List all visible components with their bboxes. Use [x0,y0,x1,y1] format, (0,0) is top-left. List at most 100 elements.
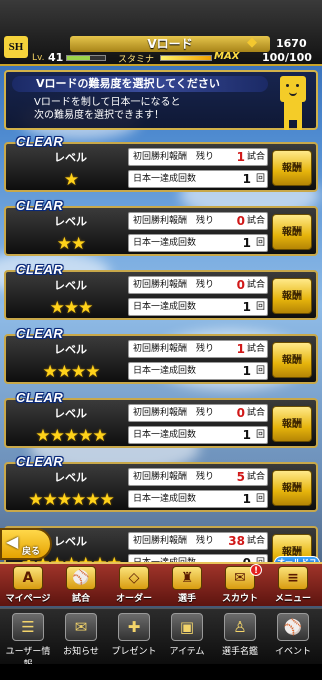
nav-item-game[interactable]: ⚾ 試合 [55,566,107,606]
nav-label: 選手 [177,594,196,604]
sub-nav-item-item[interactable]: ▣ アイテム [161,613,213,663]
sub-nav-item-user-info[interactable]: ☰ ユーザー情報 [2,613,54,670]
level-label: レベル [54,343,87,356]
level-stars: ★ [63,170,79,190]
level-label: レベル [54,151,87,164]
first-win-label: 初回勝利報酬 残り [133,280,215,290]
champion-count: 1 [242,492,251,506]
clear-badge: CLEAR [16,454,64,469]
champion-count: 1 [242,236,251,250]
nav-item-scout[interactable]: ✉ スカウト ! [214,564,266,606]
champion-unit: 回 [255,238,265,248]
remaining-unit: 試合 [246,344,265,354]
user-info-icon: ☰ [12,613,44,641]
clear-badge: CLEAR [16,134,64,149]
sub-nav: ☰ ユーザー情報 ✉ お知らせ ✚ プレゼント ▣ アイテム ♙ 選手名鑑 ⚾ … [0,608,322,670]
champion-count: 1 [242,428,251,442]
level-stars: ★★★ [49,298,94,318]
level-panel[interactable]: レベル ★★★★ 初回勝利報酬 残り 1 試合 日本一達成回数 1 回 報酬 [4,334,318,384]
difficulty-banner: Vロードの難易度を選択してください Vロードを制して日本一になると 次の難易度を… [4,70,318,130]
nav-item-player[interactable]: ♜ 選手 [161,566,213,606]
first-win-reward-line: 初回勝利報酬 残り 1 試合 [128,148,268,166]
level-row[interactable]: CLEAR レベル ★★★★★★ 初回勝利報酬 残り 5 試合 日本一達成回数 … [4,454,318,512]
reward-button[interactable]: 報酬 [272,214,312,250]
remaining-unit: 試合 [246,472,265,482]
champion-count-line: 日本一達成回数 1 回 [128,170,268,188]
notification-badge: ! [250,564,262,576]
player-icon: ♜ [172,566,202,590]
champion-count: 1 [242,364,251,378]
level-panel[interactable]: レベル ★★★ 初回勝利報酬 残り 0 試合 日本一達成回数 1 回 報酬 [4,270,318,320]
nav-item-order[interactable]: ◇ オーダー [108,566,160,606]
back-button[interactable]: ◀ 戻る [0,528,52,560]
remaining-unit: 試合 [246,152,265,162]
champion-count-line: 日本一達成回数 1 回 [128,234,268,252]
banner-body-line: 次の難易度を選択できます！ [34,110,164,121]
mascot-icon [274,76,314,130]
first-win-reward-line: 初回勝利報酬 残り 1 試合 [128,340,268,358]
first-win-reward-line: 初回勝利報酬 残り 38 試合 [128,532,268,550]
sub-nav-label: 選手名鑑 [221,647,258,657]
reward-button[interactable]: 報酬 [272,342,312,378]
remaining-unit: 試合 [246,536,265,546]
level-row[interactable]: CLEAR レベル ★★★★ 初回勝利報酬 残り 1 試合 日本一達成回数 1 … [4,326,318,384]
first-win-label: 初回勝利報酬 残り [133,536,215,546]
reward-info: 初回勝利報酬 残り 0 試合 日本一達成回数 1 回 [128,404,268,446]
sub-nav-item-present[interactable]: ✚ プレゼント [108,613,160,663]
sub-nav-label: お知らせ [63,647,99,657]
order-icon: ◇ [119,566,149,590]
menu-icon: ≡ [278,566,308,590]
champion-unit: 回 [255,174,265,184]
remaining-games: 1 [236,342,245,356]
remaining-unit: 試合 [246,280,265,290]
reward-button[interactable]: 報酬 [272,470,312,506]
main-nav: A マイページ ⚾ 試合 ◇ オーダー ♜ 選手 ✉ スカウト ! ≡ メニュー [0,562,322,606]
first-win-label: 初回勝利報酬 残り [133,152,215,162]
first-win-label: 初回勝利報酬 残り [133,216,215,226]
level-label: レベル [54,279,87,292]
first-win-reward-line: 初回勝利報酬 残り 5 試合 [128,468,268,486]
remaining-unit: 試合 [246,216,265,226]
champion-count: 1 [242,172,251,186]
reward-button[interactable]: 報酬 [272,278,312,314]
level-row[interactable]: CLEAR レベル ★★ 初回勝利報酬 残り 0 試合 日本一達成回数 1 回 … [4,198,318,256]
remaining-unit: 試合 [246,408,265,418]
clear-badge: CLEAR [16,326,64,341]
exp-bar-fill [67,56,90,60]
remaining-games: 38 [228,534,245,548]
level-label: レベル [54,215,87,228]
stamina-label: スタミナ [118,55,155,65]
level-row[interactable]: CLEAR レベル ★★★ 初回勝利報酬 残り 0 試合 日本一達成回数 1 回… [4,262,318,320]
champion-count: 1 [242,300,251,314]
champion-unit: 回 [255,494,265,504]
reward-info: 初回勝利報酬 残り 1 試合 日本一達成回数 1 回 [128,148,268,190]
champion-count-line: 日本一達成回数 1 回 [128,426,268,444]
champion-count-line: 日本一達成回数 1 回 [128,490,268,508]
level-panel[interactable]: レベル ★★ 初回勝利報酬 残り 0 試合 日本一達成回数 1 回 報酬 [4,206,318,256]
nav-item-menu[interactable]: ≡ メニュー [267,566,319,606]
coin-count: 1670 [276,37,307,50]
mypage-icon: A [13,566,43,590]
sub-nav-item-event[interactable]: ⚾ イベント [267,613,319,663]
level-row[interactable]: CLEAR レベル ★★★★★ 初回勝利報酬 残り 0 試合 日本一達成回数 1… [4,390,318,448]
level-row[interactable]: CLEAR レベル ★ 初回勝利報酬 残り 1 試合 日本一達成回数 1 回 報… [4,134,318,192]
reward-button[interactable]: 報酬 [272,150,312,186]
reward-button[interactable]: 報酬 [272,406,312,442]
remaining-games: 5 [236,470,245,484]
bottom-strip [0,664,322,680]
sub-nav-label: アイテム [169,647,205,657]
game-icon: ⚾ [66,566,96,590]
banner-body-line: Vロードを制して日本一になると [34,97,181,108]
item-icon: ▣ [171,613,203,641]
champion-count-line: 日本一達成回数 1 回 [128,298,268,316]
sub-nav-item-notice[interactable]: ✉ お知らせ [55,613,107,663]
level-panel[interactable]: レベル ★★★★★★ 初回勝利報酬 残り 5 試合 日本一達成回数 1 回 報酬 [4,462,318,512]
sub-nav-item-player-book[interactable]: ♙ 選手名鑑 [214,613,266,663]
nav-item-mypage[interactable]: A マイページ [2,566,54,606]
level-panel[interactable]: レベル ★ 初回勝利報酬 残り 1 試合 日本一達成回数 1 回 報酬 [4,142,318,192]
first-win-label: 初回勝利報酬 残り [133,472,215,482]
champion-unit: 回 [255,430,265,440]
level-panel[interactable]: レベル ★★★★★ 初回勝利報酬 残り 0 試合 日本一達成回数 1 回 報酬 [4,398,318,448]
present-icon: ✚ [118,613,150,641]
first-win-reward-line: 初回勝利報酬 残り 0 試合 [128,404,268,422]
